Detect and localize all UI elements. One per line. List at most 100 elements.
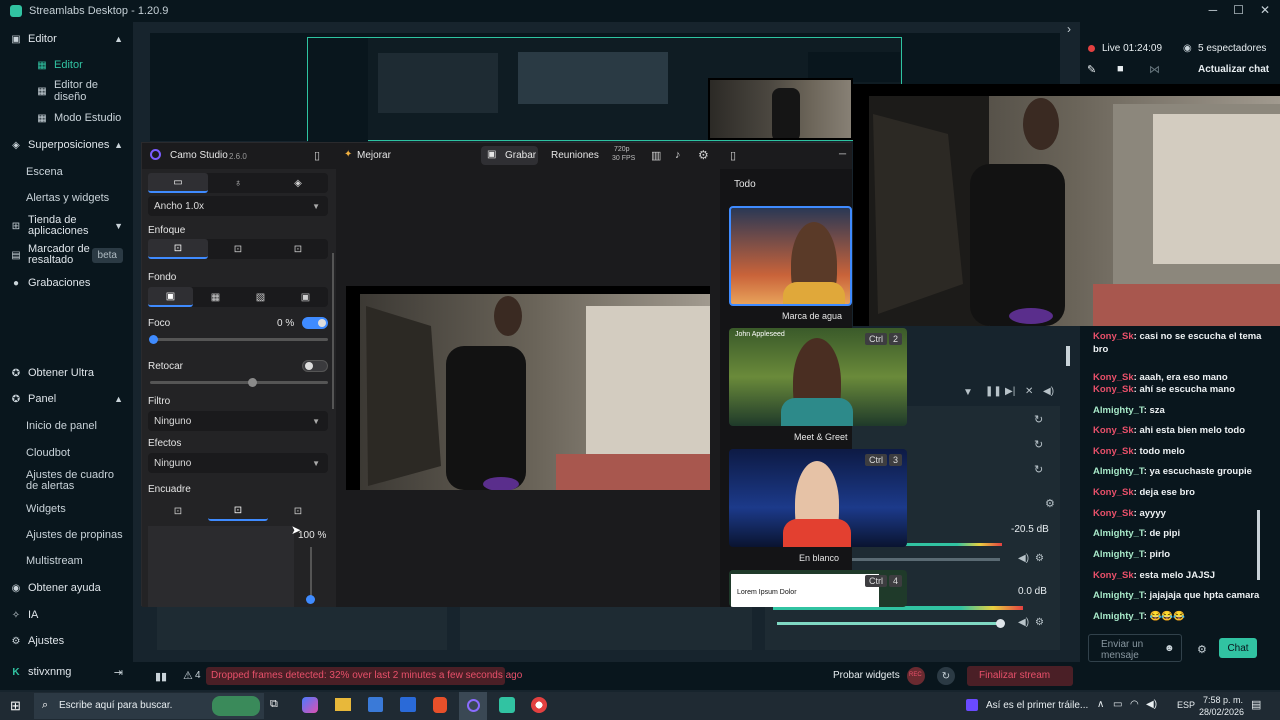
chat-settings-icon[interactable]: ⚙: [1197, 643, 1207, 656]
mute-alerts-icon[interactable]: ✕: [1025, 386, 1033, 397]
pause-icon[interactable]: ❚❚: [985, 386, 1002, 397]
chat-username[interactable]: Almighty_T: [1093, 549, 1144, 560]
update-chat-button[interactable]: Actualizar chat: [1198, 64, 1269, 75]
end-stream-button[interactable]: Finalizar stream: [967, 666, 1073, 686]
retouch-slider[interactable]: [150, 381, 328, 384]
volume-slider-1[interactable]: [852, 558, 1000, 561]
close-icon[interactable]: ✕: [1260, 3, 1270, 17]
copilot-icon[interactable]: [302, 697, 318, 713]
chat-username[interactable]: Almighty_T: [1093, 466, 1144, 477]
sidebar-toggle-icon[interactable]: ▯: [314, 149, 320, 162]
chat-username[interactable]: Kony_Sk: [1093, 384, 1134, 395]
bg-remove-icon[interactable]: ▧: [238, 287, 283, 307]
wifi-icon[interactable]: ◠: [1130, 699, 1139, 710]
warning-icon[interactable]: ⚠: [183, 669, 193, 682]
taskbar-search[interactable]: ⌕ Escribe aquí para buscar.: [34, 693, 264, 719]
focus-face-icon[interactable]: ⊡: [208, 239, 268, 259]
retouch-slider-knob[interactable]: [248, 378, 257, 387]
test-widgets-button[interactable]: Probar widgets: [833, 670, 900, 681]
framing-auto-icon[interactable]: ⊡: [268, 501, 328, 521]
task-view-icon[interactable]: ⧉: [270, 698, 278, 711]
maximize-icon[interactable]: ☐: [1233, 3, 1244, 17]
mail-icon[interactable]: [400, 697, 416, 712]
emoji-icon[interactable]: ☻: [1164, 643, 1175, 654]
sidebar-item-highlighter[interactable]: ▤ Marcador de resaltado beta: [0, 242, 133, 268]
replay-icon[interactable]: ↻: [1034, 438, 1043, 451]
chat-input[interactable]: Enviar un mensaje ☻: [1088, 634, 1182, 662]
bell-icon[interactable]: ♪: [675, 149, 681, 161]
sidebar-item-alerts-widgets[interactable]: Alertas y widgets: [0, 191, 133, 205]
clock-date[interactable]: 28/02/2026: [1199, 707, 1244, 717]
sidebar-item-recordings[interactable]: ● Grabaciones: [0, 276, 133, 290]
chat-username[interactable]: Almighty_T: [1093, 405, 1144, 416]
chat-scrollbar-right[interactable]: [1257, 510, 1260, 580]
sidebar-item-layout-editor[interactable]: ▦ Editor de diseño: [0, 79, 133, 103]
focus-auto-icon[interactable]: ⊡: [148, 239, 208, 259]
bg-replace-icon[interactable]: ▣: [283, 287, 328, 307]
dropped-frames-alert[interactable]: Dropped frames detected: 32% over last 2…: [206, 667, 522, 685]
volume-icon[interactable]: ◀): [1018, 617, 1029, 628]
sidebar-item-scene[interactable]: Escena: [0, 165, 133, 179]
layers-tab-icon[interactable]: ◈: [268, 173, 328, 193]
minimize-icon[interactable]: ─: [1209, 3, 1218, 17]
notifications-icon[interactable]: ▤: [1251, 698, 1261, 711]
clock-time[interactable]: 7:58 p. m.: [1203, 695, 1243, 705]
sidebar-item-alertbox-settings[interactable]: Ajustes de cuadro de alertas: [0, 468, 133, 494]
bg-none-icon[interactable]: ▣: [148, 287, 193, 307]
framing-free-icon[interactable]: ⊡: [148, 501, 208, 521]
volume-icon[interactable]: ◀): [1043, 386, 1054, 397]
gear-icon[interactable]: ⚙: [1035, 617, 1044, 628]
blur-slider-knob[interactable]: [149, 335, 158, 344]
chat-send-button[interactable]: Chat: [1219, 638, 1257, 658]
sidebar-group-editor[interactable]: ▣ Editor ▲: [0, 32, 133, 46]
sidebar-group-overlays[interactable]: ◈ Superposiciones ▲: [0, 138, 133, 152]
sidebar-item-cloudbot[interactable]: Cloudbot: [0, 446, 133, 460]
chat-scrollbar[interactable]: [1066, 346, 1070, 366]
chat-username[interactable]: Kony_Sk: [1093, 446, 1134, 457]
sidebar-item-tip-settings[interactable]: Ajustes de propinas: [0, 528, 133, 542]
chat-username[interactable]: Kony_Sk: [1093, 425, 1134, 436]
sidebar-group-app-store[interactable]: ⊞ Tienda de aplicaciones ▼: [0, 213, 133, 239]
windows-start-icon[interactable]: ⊞: [10, 698, 21, 714]
sidebar-item-widgets[interactable]: Widgets: [0, 502, 133, 516]
tray-chevron-icon[interactable]: ∧: [1097, 699, 1104, 710]
framing-center-icon[interactable]: ⊡: [208, 501, 268, 521]
store-icon[interactable]: [368, 697, 383, 712]
mixer-settings-icon[interactable]: ⚙: [1045, 497, 1055, 510]
sidebar-item-settings[interactable]: ⚙ Ajustes: [0, 634, 133, 648]
blur-slider[interactable]: [150, 338, 328, 341]
focus-manual-icon[interactable]: ⊡: [268, 239, 328, 259]
share-icon[interactable]: ⋈: [1149, 63, 1160, 76]
sidebar-item-ai[interactable]: ✧ IA: [0, 608, 133, 622]
sidebar-group-panel[interactable]: ✪ Panel ▲: [0, 392, 133, 406]
filter-dropdown[interactable]: Ninguno ▼: [148, 411, 328, 431]
scene-thumb-meet-greet[interactable]: John Appleseed Ctrl 2: [729, 328, 907, 426]
replay-icon[interactable]: ↻: [1034, 413, 1043, 426]
replay-icon[interactable]: ↻: [1034, 463, 1043, 476]
sidebar-item-help[interactable]: ◉ Obtener ayuda: [0, 581, 133, 595]
sidebar-item-dashboard-home[interactable]: Inicio de panel: [0, 419, 133, 433]
effects-dropdown[interactable]: Ninguno ▼: [148, 453, 328, 473]
streamlabs-icon[interactable]: [499, 697, 515, 713]
record-tab[interactable]: ▣ Grabar: [481, 146, 538, 165]
gear-icon[interactable]: ⚙: [698, 148, 709, 162]
retouch-toggle[interactable]: [302, 360, 328, 372]
scenes-filter-label[interactable]: Todo: [734, 179, 756, 190]
sidebar-item-studio-mode[interactable]: ▦ Modo Estudio: [0, 111, 133, 125]
record-icon[interactable]: ■: [1117, 63, 1124, 75]
volume-slider-2[interactable]: [777, 622, 1001, 625]
chat-username[interactable]: Kony_Sk: [1093, 372, 1134, 383]
scene-thumb-watermark[interactable]: [729, 206, 852, 306]
chat-username[interactable]: Almighty_T: [1093, 590, 1144, 601]
brave-icon[interactable]: [433, 697, 447, 713]
zoom-dropdown[interactable]: Ancho 1.0x ▼: [148, 196, 328, 216]
edit-icon[interactable]: ✎: [1087, 63, 1096, 76]
replay-buffer-icon[interactable]: ↻: [937, 667, 955, 685]
volume-icon[interactable]: ◀): [1018, 553, 1029, 564]
volume-icon[interactable]: ◀): [1146, 699, 1157, 710]
zoom-slider-knob[interactable]: [306, 595, 315, 604]
settings-scrollbar[interactable]: [332, 253, 334, 409]
minimize-icon[interactable]: ─: [839, 149, 846, 160]
skip-icon[interactable]: ▶|: [1005, 386, 1015, 397]
chat-username[interactable]: Almighty_T: [1093, 528, 1144, 539]
